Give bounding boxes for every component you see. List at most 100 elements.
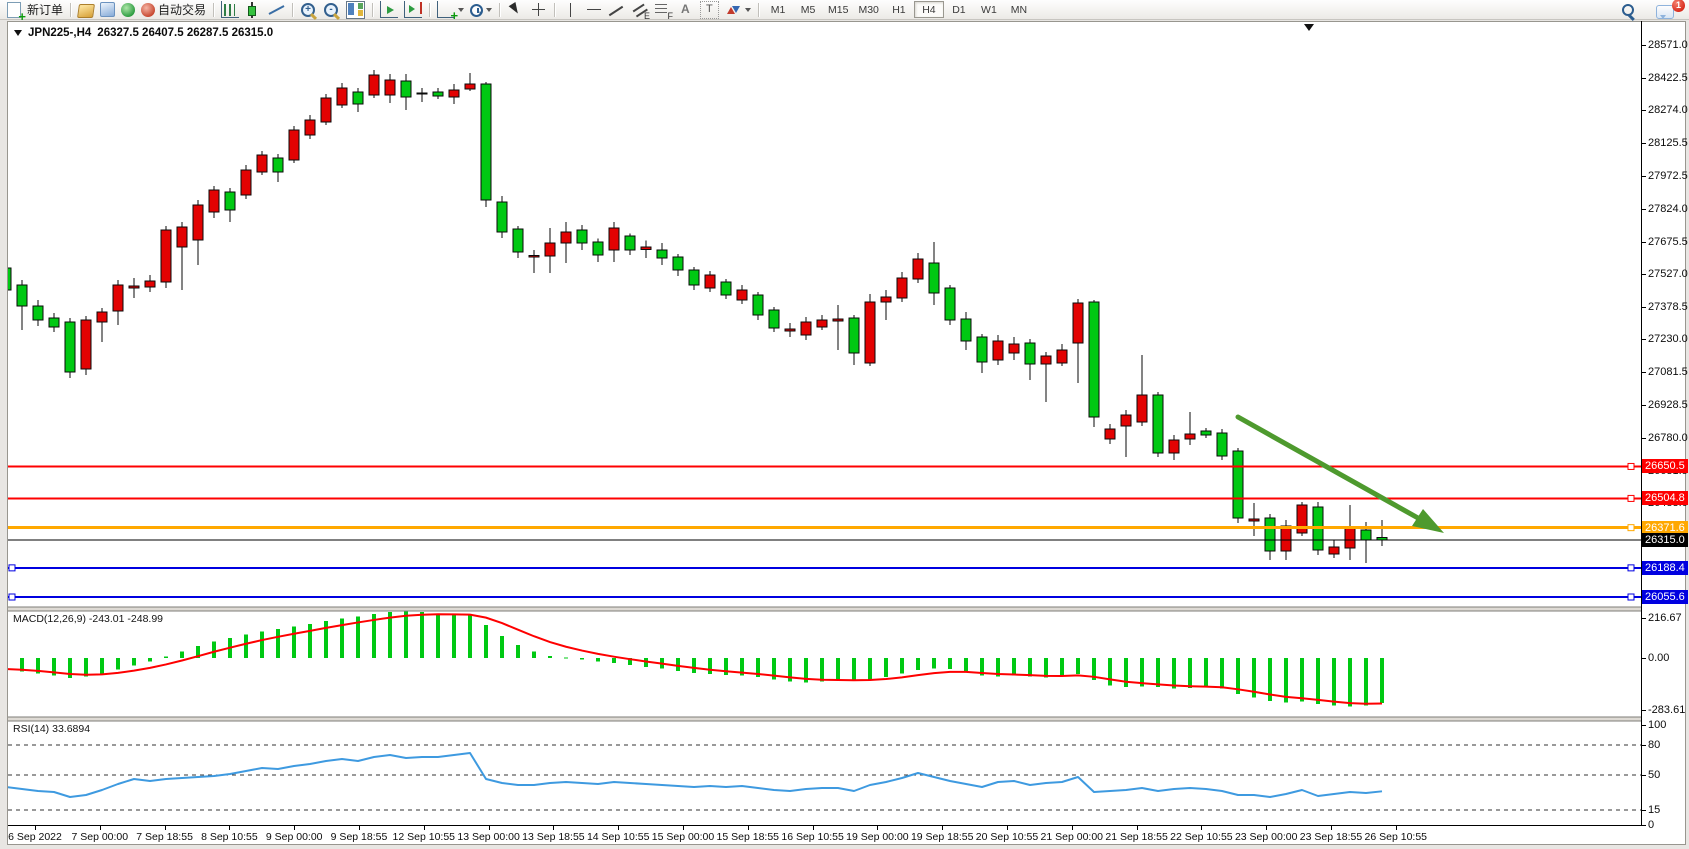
cursor-button[interactable] — [504, 1, 527, 19]
time-axis-label: 21 Sep 00:00 — [1041, 831, 1103, 843]
candle — [1217, 433, 1227, 456]
time-axis-label: 21 Sep 18:55 — [1105, 831, 1167, 843]
time-tick — [1072, 826, 1073, 830]
time-axis-label: 7 Sep 00:00 — [71, 831, 128, 843]
candle — [193, 205, 203, 240]
chart-shift-button[interactable] — [401, 1, 425, 19]
time-axis-label: 23 Sep 18:55 — [1300, 831, 1362, 843]
symbol-dropdown-icon[interactable] — [14, 30, 22, 40]
timeframe-m1-button[interactable]: M1 — [763, 1, 793, 18]
timeframe-mn-button[interactable]: MN — [1004, 1, 1034, 18]
price-tick-label: 27230.0 — [1648, 332, 1688, 346]
candle — [513, 229, 523, 252]
fibonacci-button[interactable] — [651, 1, 674, 19]
timeframe-h1-button[interactable]: H1 — [884, 1, 914, 18]
candle — [113, 285, 123, 311]
candle — [97, 312, 107, 322]
toolbar-separator — [213, 3, 214, 17]
candle — [593, 242, 603, 255]
candle — [273, 158, 283, 172]
market-watch-button[interactable] — [75, 1, 97, 19]
dropdown-caret-icon[interactable] — [486, 8, 492, 15]
zoom-in-button[interactable] — [297, 1, 320, 19]
trendline-button[interactable] — [605, 1, 628, 19]
rsi-tick-label: 15 — [1648, 803, 1688, 817]
chart-shift-icon — [404, 1, 422, 18]
dropdown-caret-icon[interactable] — [458, 8, 464, 15]
dropdown-caret-icon[interactable] — [745, 8, 751, 15]
price-tick-label: 28274.0 — [1648, 103, 1688, 117]
text-label-button[interactable] — [697, 1, 722, 19]
line-chart-button[interactable] — [265, 1, 288, 19]
candle — [721, 282, 731, 295]
timeframe-m15-button[interactable]: M15 — [823, 1, 853, 18]
candle — [1185, 434, 1195, 439]
line-handle[interactable] — [1628, 594, 1634, 600]
time-tick — [1266, 826, 1267, 830]
candle — [65, 322, 75, 372]
horizontal-line-button[interactable] — [582, 1, 605, 19]
bar-chart-button[interactable] — [218, 1, 242, 19]
line-handle[interactable] — [9, 565, 15, 571]
timeframe-m30-button[interactable]: M30 — [853, 1, 883, 18]
candle — [673, 257, 683, 270]
vertical-line-button[interactable] — [559, 1, 582, 19]
toolbar: 新订单 自动交易 M1M5M15M30H1H4D1W1MN — [0, 0, 1689, 20]
timeframe-m5-button[interactable]: M5 — [793, 1, 823, 18]
candle — [961, 319, 971, 341]
indicators-button[interactable] — [434, 1, 467, 19]
symbol-timeframe-label: JPN225-,H4 — [28, 27, 91, 39]
candle — [977, 337, 987, 362]
candle — [417, 93, 427, 94]
signals-button[interactable] — [118, 1, 138, 19]
auto-scroll-button[interactable] — [377, 1, 401, 19]
zoom-out-button[interactable] — [320, 1, 343, 19]
search-button[interactable] — [1616, 2, 1639, 20]
candle — [865, 302, 875, 363]
timeframe-h4-button[interactable]: H4 — [914, 1, 944, 18]
candle — [769, 310, 779, 328]
line-handle[interactable] — [1628, 525, 1634, 531]
candle — [529, 255, 539, 257]
arrows-button[interactable] — [722, 1, 754, 19]
equidistant-channel-button[interactable] — [628, 1, 651, 19]
candle — [17, 285, 27, 306]
tile-windows-button[interactable] — [343, 1, 368, 19]
trend-arrow[interactable] — [1238, 417, 1444, 533]
chart-end-marker-icon[interactable] — [1304, 24, 1314, 36]
timeframe-w1-button[interactable]: W1 — [974, 1, 1004, 18]
candlestick-icon — [245, 2, 262, 18]
line-handle[interactable] — [1628, 495, 1634, 501]
candle — [49, 318, 59, 327]
navigator-button[interactable] — [97, 1, 118, 19]
candle — [561, 232, 571, 243]
candle — [801, 322, 811, 335]
line-handle[interactable] — [1628, 565, 1634, 571]
candle — [481, 84, 491, 200]
toolbar-separator — [372, 3, 373, 17]
candle — [785, 329, 795, 331]
notifications-button[interactable]: 1 — [1653, 2, 1677, 20]
chart-title: JPN225-,H4 26327.5 26407.5 26287.5 26315… — [14, 26, 273, 40]
text-button[interactable] — [674, 1, 697, 19]
time-tick — [813, 826, 814, 830]
line-handle[interactable] — [1628, 463, 1634, 469]
time-axis-label: 8 Sep 10:55 — [201, 831, 258, 843]
candle — [1265, 518, 1275, 551]
time-tick — [942, 826, 943, 830]
price-line-label: 26188.4 — [1642, 561, 1688, 575]
time-tick — [1007, 826, 1008, 830]
crosshair-button[interactable] — [527, 1, 550, 19]
candlestick-button[interactable] — [242, 1, 265, 19]
timeframe-d1-button[interactable]: D1 — [944, 1, 974, 18]
periods-button[interactable] — [467, 1, 495, 19]
line-handle[interactable] — [9, 594, 15, 600]
candle — [177, 227, 187, 247]
autotrading-button[interactable]: 自动交易 — [138, 1, 209, 19]
new-order-button-label: 新订单 — [27, 1, 63, 18]
candle — [321, 98, 331, 122]
time-tick — [748, 826, 749, 830]
chart-canvas[interactable] — [8, 22, 1641, 826]
candle — [753, 295, 763, 315]
new-order-button[interactable]: 新订单 — [3, 1, 66, 19]
